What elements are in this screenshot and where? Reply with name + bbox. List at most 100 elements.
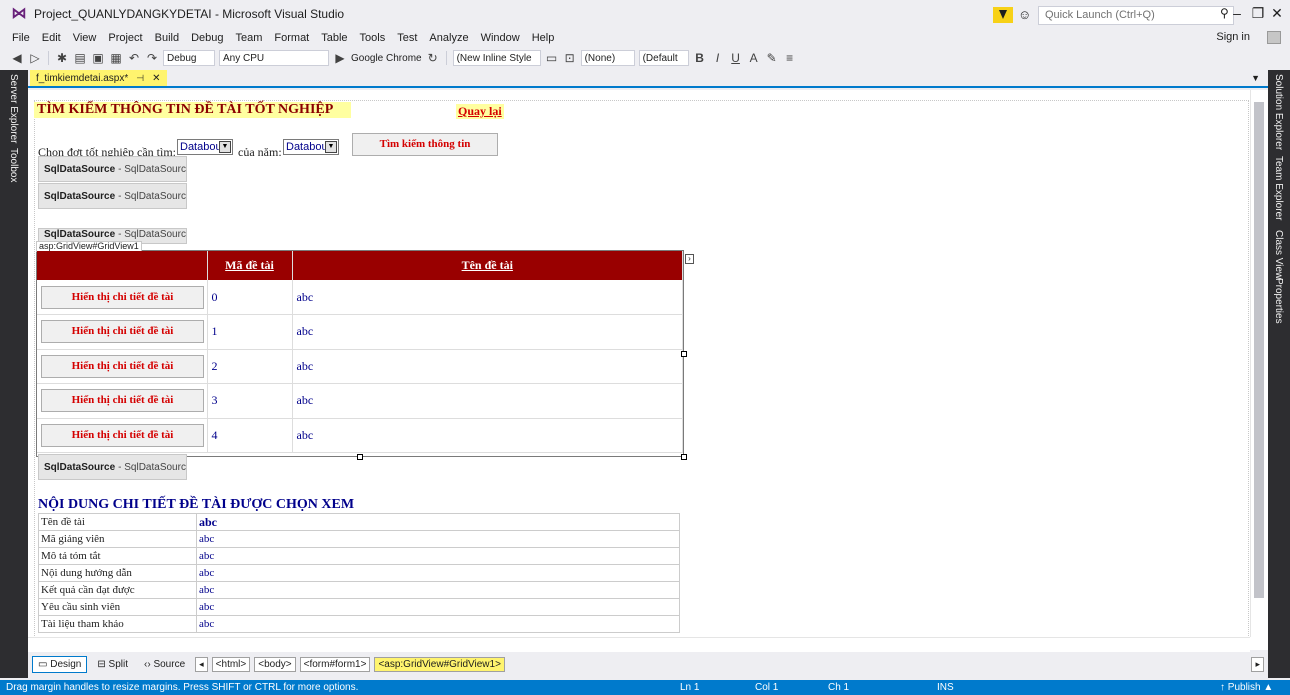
save-all-icon[interactable]: ▦ xyxy=(109,51,123,65)
quick-launch-input[interactable]: Quick Launch (Ctrl+Q) xyxy=(1038,6,1234,25)
menu-build[interactable]: Build xyxy=(149,32,185,44)
show-detail-button[interactable]: Hiển thị chi tiết đề tài xyxy=(41,285,204,309)
search-info-button[interactable]: Tìm kiếm thông tin xyxy=(352,133,498,156)
run-icon[interactable]: ▶ xyxy=(333,51,347,65)
menu-format[interactable]: Format xyxy=(268,32,315,44)
show-detail-button[interactable]: Hiển thị chi tiết đề tài xyxy=(41,389,204,413)
refresh-icon[interactable]: ↻ xyxy=(426,51,440,65)
minimize-button[interactable]: ‒ xyxy=(1228,5,1246,21)
crumb-body[interactable]: <body> xyxy=(254,656,296,672)
sds-type: SqlDataSource xyxy=(44,461,116,473)
menu-help[interactable]: Help xyxy=(526,32,561,44)
open-folder-icon[interactable]: ▤ xyxy=(73,51,87,65)
table-row: Hiển thị chi tiết đề tài 0 abc xyxy=(37,280,683,315)
redo-icon[interactable]: ↷ xyxy=(145,51,159,65)
sign-in-link[interactable]: Sign in xyxy=(1216,31,1250,43)
design-view-tab[interactable]: ▭ Design xyxy=(32,655,88,673)
publish-button[interactable]: ↑ Publish ▲ xyxy=(1220,682,1273,693)
menu-debug[interactable]: Debug xyxy=(185,32,229,44)
underline-button[interactable]: U xyxy=(729,51,743,65)
properties-tab[interactable]: Properties xyxy=(1273,278,1284,324)
pin-icon[interactable]: ⊣ xyxy=(136,73,144,84)
sqldatasource3-control[interactable]: SqlDataSource- SqlDataSource3 xyxy=(38,156,187,182)
resize-handle[interactable] xyxy=(681,351,687,357)
scrollbar-thumb[interactable] xyxy=(1254,102,1264,598)
solution-configuration-select[interactable]: Debug xyxy=(163,50,215,66)
resize-handle[interactable] xyxy=(357,454,363,460)
new-style-icon[interactable]: ▭ xyxy=(545,51,559,65)
show-detail-button[interactable]: Hiển thị chi tiết đề tài xyxy=(41,423,204,447)
year-dropdown-value: Databou xyxy=(286,141,328,153)
crumb-html[interactable]: <html> xyxy=(211,656,251,672)
new-project-icon[interactable]: ✱ xyxy=(55,51,69,65)
forward-nav-icon[interactable]: ▷ xyxy=(28,51,42,65)
year-dropdown[interactable]: Databou ▼ xyxy=(283,139,339,155)
notification-flag-icon[interactable] xyxy=(993,7,1013,23)
attach-style-icon[interactable]: ⊡ xyxy=(563,51,577,65)
period-dropdown[interactable]: Databou ▼ xyxy=(177,139,233,155)
page-heading: TÌM KIẾM THÔNG TIN ĐỀ TÀI TỐT NGHIỆP xyxy=(34,102,351,118)
view-switcher-bar: ▭ Design ⊟ Split ‹› Source ◂ <html> <bod… xyxy=(28,653,1268,675)
sqldatasource2-control[interactable]: SqlDataSource- SqlDataSource2 xyxy=(38,454,187,480)
show-detail-button[interactable]: Hiển thị chi tiết đề tài xyxy=(41,320,204,344)
resize-handle[interactable] xyxy=(681,454,687,460)
font-color-icon[interactable]: A xyxy=(747,51,761,65)
topic-id-cell: 3 xyxy=(207,383,293,419)
status-column: Col 1 xyxy=(755,682,779,693)
save-icon[interactable]: ▣ xyxy=(91,51,105,65)
feedback-icon[interactable]: ☺ xyxy=(1018,7,1031,22)
smart-tag-icon[interactable]: › xyxy=(685,254,694,264)
menu-project[interactable]: Project xyxy=(102,32,148,44)
sds-id: - SqlDataSource3 xyxy=(118,163,186,175)
sqldatasource4-control[interactable]: SqlDataSource- SqlDataSource4 xyxy=(38,183,187,209)
close-tab-icon[interactable]: ✕ xyxy=(152,73,160,84)
detailsview-table: Tên đề tài abc Mã giảng viên abc Mô tả t… xyxy=(38,513,680,633)
sds-id: - SqlDataSource2 xyxy=(118,461,186,473)
topic-name-cell: abc xyxy=(292,314,683,350)
menu-analyze[interactable]: Analyze xyxy=(423,32,474,44)
column-header-name[interactable]: Tên đề tài xyxy=(292,251,683,280)
back-nav-icon[interactable]: ◀ xyxy=(10,51,24,65)
document-tab[interactable]: f_timkiemdetai.aspx* ⊣ ✕ xyxy=(30,70,167,86)
run-target-button[interactable]: Google Chrome xyxy=(351,53,422,64)
undo-icon[interactable]: ↶ xyxy=(127,51,141,65)
solution-explorer-tab[interactable]: Solution Explorer xyxy=(1273,74,1284,150)
server-explorer-tab[interactable]: Server Explorer xyxy=(8,74,19,143)
column-header-id[interactable]: Mã đề tài xyxy=(207,251,293,280)
bold-button[interactable]: B xyxy=(693,51,707,65)
italic-button[interactable]: I xyxy=(711,51,725,65)
crumb-prev-icon[interactable]: ◂ xyxy=(195,656,208,672)
team-explorer-tab[interactable]: Team Explorer xyxy=(1273,156,1284,220)
crumb-form[interactable]: <form#form1> xyxy=(299,656,371,672)
source-view-tab[interactable]: ‹› Source xyxy=(138,656,191,673)
solution-platform-select[interactable]: Any CPU xyxy=(219,50,329,66)
tab-overflow-icon[interactable]: ▼ xyxy=(1251,73,1260,83)
menu-file[interactable]: File xyxy=(6,32,36,44)
menu-window[interactable]: Window xyxy=(475,32,526,44)
menu-edit[interactable]: Edit xyxy=(36,32,67,44)
maximize-button[interactable]: ❐ xyxy=(1249,5,1267,22)
back-link[interactable]: Quay lại xyxy=(456,104,504,119)
align-icon[interactable]: ≡ xyxy=(783,51,797,65)
menu-table[interactable]: Table xyxy=(315,32,353,44)
toolbox-tab[interactable]: Toolbox xyxy=(8,148,19,182)
menu-tools[interactable]: Tools xyxy=(354,32,392,44)
target-rule-select[interactable]: (None) xyxy=(580,50,635,66)
split-view-tab[interactable]: ⊟ Split xyxy=(91,656,134,673)
crumb-gridview[interactable]: <asp:GridView#GridView1> xyxy=(374,656,505,672)
horizontal-scrollbar[interactable] xyxy=(28,637,1250,652)
close-window-button[interactable]: ✕ xyxy=(1268,5,1286,22)
crumb-next-icon[interactable]: ▸ xyxy=(1251,656,1264,672)
menu-team[interactable]: Team xyxy=(230,32,269,44)
highlight-icon[interactable]: ✎ xyxy=(765,51,779,65)
vertical-scrollbar[interactable] xyxy=(1250,90,1266,637)
class-view-tab[interactable]: Class View xyxy=(1273,230,1284,279)
show-detail-button[interactable]: Hiển thị chi tiết đề tài xyxy=(41,354,204,378)
font-select[interactable]: (Default xyxy=(638,50,689,66)
topic-id-cell: 2 xyxy=(207,349,293,384)
status-insert-mode: INS xyxy=(937,682,954,693)
style-application-select[interactable]: (New Inline Style xyxy=(452,50,541,66)
account-icon[interactable] xyxy=(1267,31,1281,44)
menu-test[interactable]: Test xyxy=(391,32,423,44)
menu-view[interactable]: View xyxy=(67,32,103,44)
